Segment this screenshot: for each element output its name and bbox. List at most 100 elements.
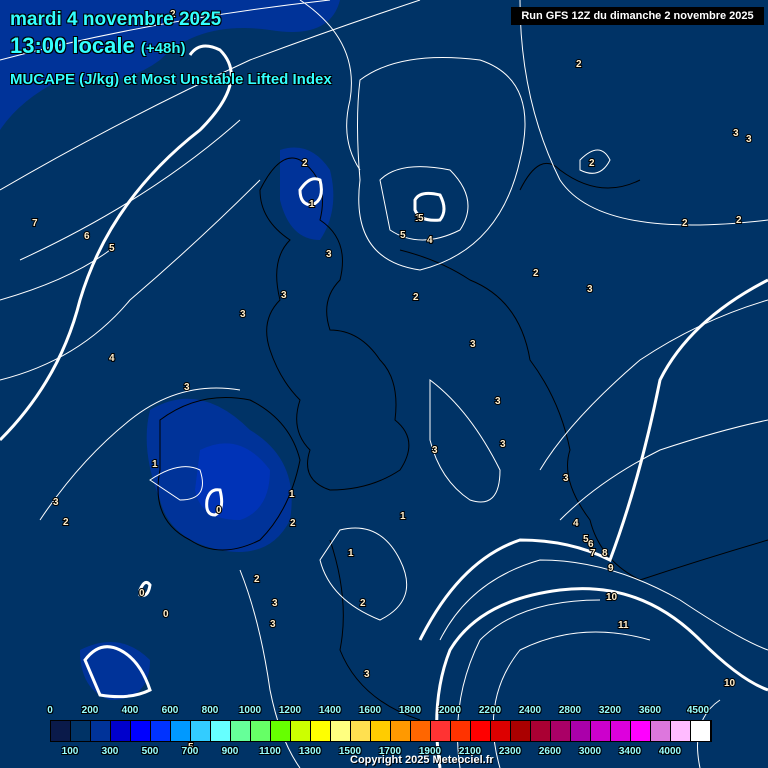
svg-text:2: 2 bbox=[736, 215, 742, 226]
legend-label: 1200 bbox=[278, 705, 302, 716]
svg-text:3: 3 bbox=[364, 669, 370, 680]
legend-swatch bbox=[231, 721, 251, 741]
svg-text:1: 1 bbox=[309, 199, 315, 210]
mucape-map: 7 6 5 4 3 2 1 2 1 3 3 5 5 4 2 2 2 3 3 2 … bbox=[0, 0, 768, 768]
legend-swatch bbox=[371, 721, 391, 741]
legend-label: 100 bbox=[61, 746, 79, 757]
legend-swatch bbox=[311, 721, 331, 741]
legend-label: 4500 bbox=[686, 705, 710, 716]
legend-swatch bbox=[651, 721, 671, 741]
svg-text:3: 3 bbox=[281, 290, 287, 301]
legend-swatch bbox=[271, 721, 291, 741]
legend-swatch bbox=[491, 721, 511, 741]
svg-text:3: 3 bbox=[326, 249, 332, 260]
svg-text:3: 3 bbox=[272, 598, 278, 609]
svg-text:3: 3 bbox=[746, 134, 752, 145]
svg-text:3: 3 bbox=[53, 497, 59, 508]
svg-text:3: 3 bbox=[470, 339, 476, 350]
legend-label: 2800 bbox=[558, 705, 582, 716]
svg-text:1: 1 bbox=[152, 459, 158, 470]
legend-label: 900 bbox=[221, 746, 239, 757]
legend-swatch bbox=[471, 721, 491, 741]
legend-label: 3400 bbox=[618, 746, 642, 757]
svg-text:8: 8 bbox=[602, 548, 608, 559]
svg-text:4: 4 bbox=[427, 235, 433, 246]
svg-text:3: 3 bbox=[432, 445, 438, 456]
svg-text:2: 2 bbox=[576, 59, 582, 70]
legend-label: 2200 bbox=[478, 705, 502, 716]
legend-swatch bbox=[511, 721, 531, 741]
svg-text:1: 1 bbox=[289, 489, 295, 500]
svg-text:3: 3 bbox=[500, 439, 506, 450]
legend-swatch bbox=[391, 721, 411, 741]
svg-text:2: 2 bbox=[290, 518, 296, 529]
legend-label: 1800 bbox=[398, 705, 422, 716]
legend-swatch bbox=[591, 721, 611, 741]
legend-label: 600 bbox=[161, 705, 179, 716]
svg-text:10: 10 bbox=[606, 592, 618, 603]
legend-label: 2400 bbox=[518, 705, 542, 716]
forecast-date: mardi 4 novembre 2025 bbox=[10, 9, 222, 30]
legend-swatch bbox=[671, 721, 691, 741]
legend-swatch bbox=[351, 721, 371, 741]
legend-label: 4000 bbox=[658, 746, 682, 757]
legend-label: 3000 bbox=[578, 746, 602, 757]
legend-swatch bbox=[251, 721, 271, 741]
copyright: Copyright 2025 Meteociel.fr bbox=[350, 754, 494, 766]
legend-label: 0 bbox=[47, 705, 53, 716]
parameter-title: MUCAPE (J/kg) et Most Unstable Lifted In… bbox=[10, 71, 332, 88]
legend-swatch bbox=[431, 721, 451, 741]
legend-label: 2000 bbox=[438, 705, 462, 716]
svg-text:4: 4 bbox=[573, 518, 579, 529]
legend-label: 1600 bbox=[358, 705, 382, 716]
legend-label: 1000 bbox=[238, 705, 262, 716]
legend-swatch bbox=[91, 721, 111, 741]
svg-text:2: 2 bbox=[589, 158, 595, 169]
svg-text:3: 3 bbox=[495, 396, 501, 407]
svg-text:9: 9 bbox=[608, 563, 614, 574]
svg-text:0: 0 bbox=[163, 609, 169, 620]
svg-text:5: 5 bbox=[109, 243, 115, 254]
legend-label: 2300 bbox=[498, 746, 522, 757]
svg-text:2: 2 bbox=[254, 574, 260, 585]
legend-label: 500 bbox=[141, 746, 159, 757]
legend-swatch bbox=[611, 721, 631, 741]
svg-text:0: 0 bbox=[139, 588, 145, 599]
legend-swatch bbox=[51, 721, 71, 741]
svg-text:2: 2 bbox=[413, 292, 419, 303]
legend-label: 1400 bbox=[318, 705, 342, 716]
legend-label: 3600 bbox=[638, 705, 662, 716]
legend-label: 300 bbox=[101, 746, 119, 757]
svg-text:7: 7 bbox=[590, 548, 596, 559]
svg-text:3: 3 bbox=[240, 309, 246, 320]
legend-swatch bbox=[331, 721, 351, 741]
legend-label: 400 bbox=[121, 705, 139, 716]
legend-label: 1100 bbox=[259, 746, 281, 757]
svg-text:6: 6 bbox=[84, 231, 90, 242]
legend-label: 2600 bbox=[538, 746, 562, 757]
legend-label: 200 bbox=[81, 705, 99, 716]
legend-swatch bbox=[211, 721, 231, 741]
legend-swatch bbox=[691, 721, 711, 741]
svg-text:10: 10 bbox=[724, 678, 736, 689]
svg-text:2: 2 bbox=[533, 268, 539, 279]
svg-text:2: 2 bbox=[682, 218, 688, 229]
svg-text:7: 7 bbox=[32, 218, 38, 229]
svg-text:11: 11 bbox=[618, 620, 629, 631]
legend-swatch bbox=[551, 721, 571, 741]
legend-swatch bbox=[191, 721, 211, 741]
svg-text:1: 1 bbox=[348, 548, 354, 559]
legend-swatch bbox=[151, 721, 171, 741]
legend-swatch bbox=[71, 721, 91, 741]
model-run-label: Run GFS 12Z du dimanche 2 novembre 2025 bbox=[511, 7, 764, 25]
color-legend bbox=[50, 720, 712, 742]
svg-text:3: 3 bbox=[184, 382, 190, 393]
svg-text:1: 1 bbox=[400, 511, 406, 522]
legend-label: 3200 bbox=[598, 705, 622, 716]
svg-text:3: 3 bbox=[563, 473, 569, 484]
legend-swatch bbox=[291, 721, 311, 741]
legend-swatch bbox=[631, 721, 651, 741]
legend-swatch bbox=[531, 721, 551, 741]
svg-text:2: 2 bbox=[63, 517, 69, 528]
legend-label: 1300 bbox=[298, 746, 322, 757]
